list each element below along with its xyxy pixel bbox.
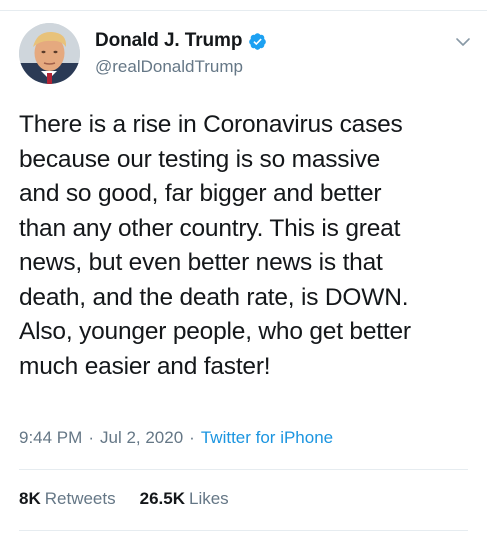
- tweet-text-line: Also, younger people, who get better: [19, 318, 411, 345]
- tweet-date[interactable]: Jul 2, 2020: [100, 428, 183, 448]
- retweets-stat[interactable]: 8K Retweets: [19, 489, 116, 509]
- top-divider: [0, 10, 487, 11]
- stats-divider-bottom: [19, 530, 468, 531]
- user-handle[interactable]: @realDonaldTrump: [95, 57, 267, 77]
- chevron-down-icon[interactable]: [453, 32, 473, 52]
- display-name[interactable]: Donald J. Trump: [95, 30, 242, 52]
- avatar[interactable]: [19, 23, 80, 84]
- verified-badge-icon: [248, 32, 267, 51]
- tweet-text-line: There is a rise in Coronavirus cases: [19, 111, 403, 138]
- retweets-count: 8K: [19, 489, 41, 508]
- tweet-text-line: than any other country. This is great: [19, 214, 401, 242]
- meta-separator: ·: [189, 428, 195, 447]
- tweet-text-line: news, but even better news is that: [19, 249, 383, 276]
- tweet-text: There is a rise in Coronavirus cases bec…: [19, 108, 474, 384]
- tweet-text-line: and so good, far bigger and better: [19, 180, 382, 207]
- tweet-stats: 8K Retweets 26.5K Likes: [19, 489, 229, 509]
- tweet-text-line: because our testing is so massive: [19, 145, 381, 173]
- tweet-text-line: much easier and faster!: [19, 352, 271, 380]
- likes-label: Likes: [188, 489, 229, 508]
- name-row: Donald J. Trump: [95, 30, 267, 52]
- tweet-time[interactable]: 9:44 PM: [19, 428, 82, 448]
- tweet-card: Donald J. Trump @realDonaldTrump There i…: [0, 0, 487, 541]
- meta-separator: ·: [88, 428, 94, 447]
- avatar-image: [19, 23, 80, 84]
- tweet-source-link[interactable]: Twitter for iPhone: [201, 428, 333, 448]
- tweet-text-line: death, and the death rate, is DOWN.: [19, 283, 409, 311]
- likes-count: 26.5K: [139, 489, 185, 508]
- likes-stat[interactable]: 26.5K Likes: [140, 489, 229, 509]
- tweet-header: Donald J. Trump @realDonaldTrump: [19, 23, 479, 85]
- author-block: Donald J. Trump @realDonaldTrump: [95, 30, 267, 77]
- stats-divider-top: [19, 469, 468, 470]
- tweet-meta: 9:44 PM · Jul 2, 2020 · Twitter for iPho…: [19, 428, 333, 448]
- retweets-label: Retweets: [44, 489, 116, 508]
